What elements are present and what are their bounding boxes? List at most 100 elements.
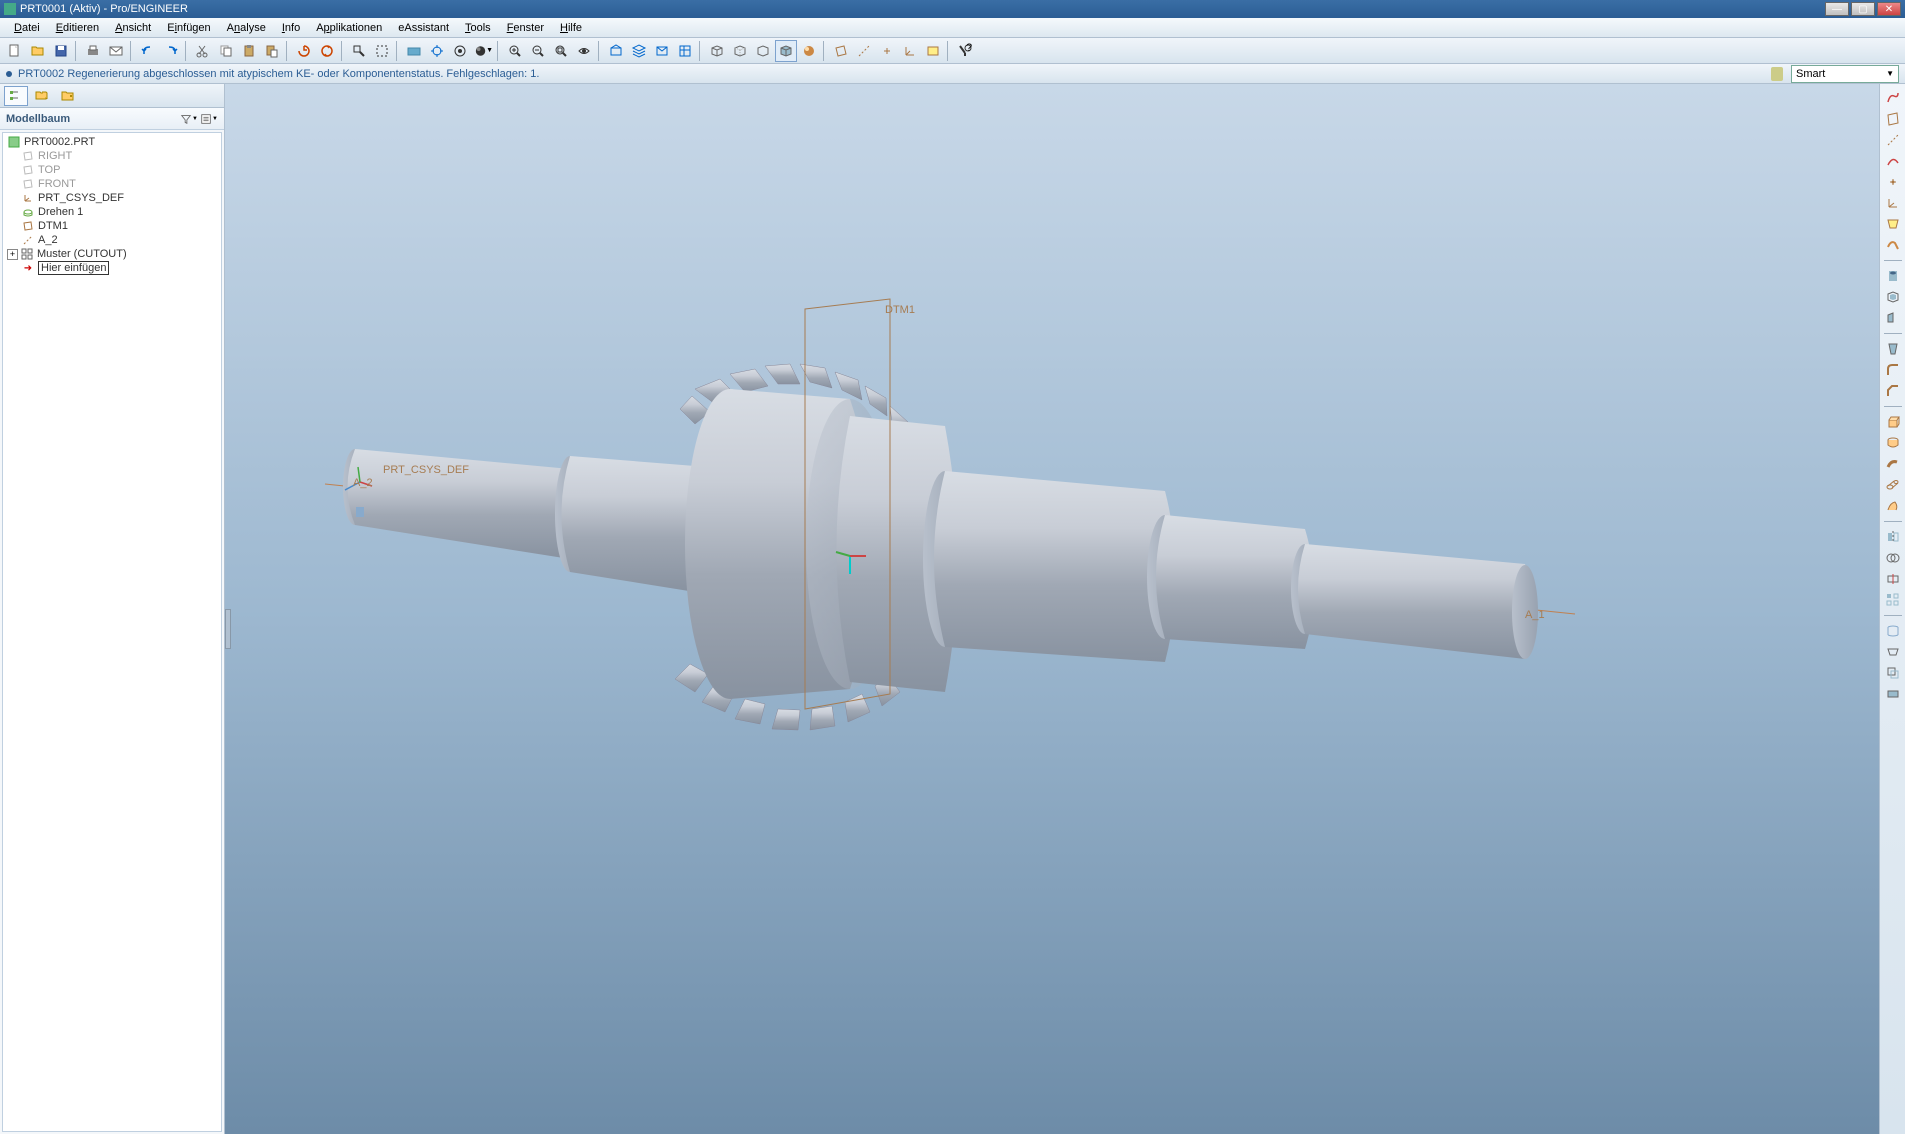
appearance-button[interactable]: ▼ <box>472 40 494 62</box>
layers-button[interactable] <box>628 40 650 62</box>
sketch-region-button[interactable] <box>1882 214 1904 234</box>
menu-eassistant[interactable]: eAssistant <box>390 20 457 36</box>
cut-button[interactable] <box>192 40 214 62</box>
refit-button[interactable] <box>550 40 572 62</box>
extrude-button[interactable] <box>1882 412 1904 432</box>
hole-button[interactable] <box>1882 266 1904 286</box>
menu-tools[interactable]: Tools <box>457 20 499 36</box>
open-file-button[interactable] <box>27 40 49 62</box>
shell-button[interactable] <box>1882 287 1904 307</box>
menu-info[interactable]: Info <box>274 20 308 36</box>
csys-button[interactable] <box>1882 193 1904 213</box>
merge-button[interactable] <box>1882 548 1904 568</box>
paste-button[interactable] <box>238 40 260 62</box>
tree-item[interactable]: DTM1 <box>5 219 219 233</box>
mirror-button[interactable] <box>1882 527 1904 547</box>
axis-button[interactable] <box>1882 130 1904 150</box>
trim-button[interactable] <box>1882 569 1904 589</box>
spin-center-button[interactable] <box>426 40 448 62</box>
copy-button[interactable] <box>215 40 237 62</box>
swept-blend-button[interactable] <box>1882 496 1904 516</box>
tree-item[interactable]: FRONT <box>5 177 219 191</box>
style-button[interactable] <box>1882 235 1904 255</box>
datum-planes-button[interactable] <box>830 40 852 62</box>
point-button[interactable] <box>1882 172 1904 192</box>
save-button[interactable] <box>50 40 72 62</box>
tree-item[interactable]: Drehen 1 <box>5 205 219 219</box>
round-button[interactable] <box>1882 360 1904 380</box>
undo-button[interactable] <box>137 40 159 62</box>
datum-axes-button[interactable] <box>853 40 875 62</box>
minimize-button[interactable]: — <box>1825 2 1849 16</box>
annotations-display-button[interactable] <box>922 40 944 62</box>
reorient-button[interactable] <box>573 40 595 62</box>
menu-applikationen[interactable]: Applikationen <box>308 20 390 36</box>
select-button[interactable] <box>371 40 393 62</box>
new-file-button[interactable] <box>4 40 26 62</box>
menu-analyse[interactable]: Analyse <box>219 20 274 36</box>
tree-item[interactable]: RIGHT <box>5 149 219 163</box>
favorites-tab[interactable] <box>56 86 80 106</box>
draft-button[interactable] <box>1882 339 1904 359</box>
no-hidden-button[interactable] <box>752 40 774 62</box>
help-button[interactable]: ? <box>954 40 976 62</box>
tree-item[interactable]: PRT_CSYS_DEF <box>5 191 219 205</box>
menu-fenster[interactable]: Fenster <box>499 20 552 36</box>
regenerate-button[interactable] <box>293 40 315 62</box>
csys-display-button[interactable] <box>899 40 921 62</box>
tree-item[interactable]: + Muster (CUTOUT) <box>5 247 219 261</box>
view-mode-button[interactable] <box>651 40 673 62</box>
sketch-button[interactable] <box>1882 88 1904 108</box>
status-pin-icon[interactable] <box>1771 67 1783 81</box>
rib-button[interactable] <box>1882 308 1904 328</box>
redo-button[interactable] <box>160 40 182 62</box>
shaded-button[interactable] <box>775 40 797 62</box>
maximize-button[interactable]: ▢ <box>1851 2 1875 16</box>
revolve-button[interactable] <box>1882 433 1904 453</box>
close-button[interactable]: ✕ <box>1877 2 1901 16</box>
curve-button[interactable] <box>1882 151 1904 171</box>
view-manager-button[interactable] <box>403 40 425 62</box>
model-tree-tab[interactable] <box>4 86 28 106</box>
panel-tabs <box>0 84 224 108</box>
paste-special-button[interactable] <box>261 40 283 62</box>
expand-button[interactable]: + <box>7 249 18 260</box>
boundary-blend-button[interactable] <box>1882 621 1904 641</box>
wireframe-button[interactable] <box>706 40 728 62</box>
part-icon <box>7 136 21 148</box>
selection-filter-dropdown[interactable]: Smart ▼ <box>1791 65 1899 83</box>
menu-ansicht[interactable]: Ansicht <box>107 20 159 36</box>
zoom-out-button[interactable] <box>527 40 549 62</box>
thicken-button[interactable] <box>1882 684 1904 704</box>
orient-mode-button[interactable] <box>449 40 471 62</box>
tree-settings-button[interactable]: ▼ <box>200 110 218 128</box>
chamfer-button[interactable] <box>1882 381 1904 401</box>
regenerate-all-button[interactable] <box>316 40 338 62</box>
3d-viewport[interactable]: DTM1 PRT_CSYS_DEF A_2 A_1 <box>225 84 1879 1134</box>
zoom-in-button[interactable] <box>504 40 526 62</box>
find-button[interactable] <box>348 40 370 62</box>
tree-filter-button[interactable]: ▼ <box>180 110 198 128</box>
saved-views-button[interactable] <box>605 40 627 62</box>
tree-root[interactable]: PRT0002.PRT <box>5 135 219 149</box>
hidden-line-button[interactable] <box>729 40 751 62</box>
tree-insert-here[interactable]: ➜ Hier einfügen <box>5 261 219 275</box>
sweep-button[interactable] <box>1882 454 1904 474</box>
flatten-quilt-button[interactable] <box>1882 642 1904 662</box>
plane-button[interactable] <box>1882 109 1904 129</box>
folder-browser-tab[interactable] <box>30 86 54 106</box>
enhanced-realism-button[interactable] <box>798 40 820 62</box>
menu-editieren[interactable]: Editieren <box>48 20 107 36</box>
menu-hilfe[interactable]: Hilfe <box>552 20 590 36</box>
pattern-button[interactable] <box>1882 590 1904 610</box>
tree-item[interactable]: TOP <box>5 163 219 177</box>
datum-points-button[interactable] <box>876 40 898 62</box>
menu-einfuegen[interactable]: Einfügen <box>159 20 218 36</box>
blend-button[interactable] <box>1882 475 1904 495</box>
email-button[interactable] <box>105 40 127 62</box>
offset-button[interactable] <box>1882 663 1904 683</box>
menu-datei[interactable]: Datei <box>6 20 48 36</box>
print-button[interactable] <box>82 40 104 62</box>
named-views-button[interactable] <box>674 40 696 62</box>
tree-item[interactable]: A_2 <box>5 233 219 247</box>
